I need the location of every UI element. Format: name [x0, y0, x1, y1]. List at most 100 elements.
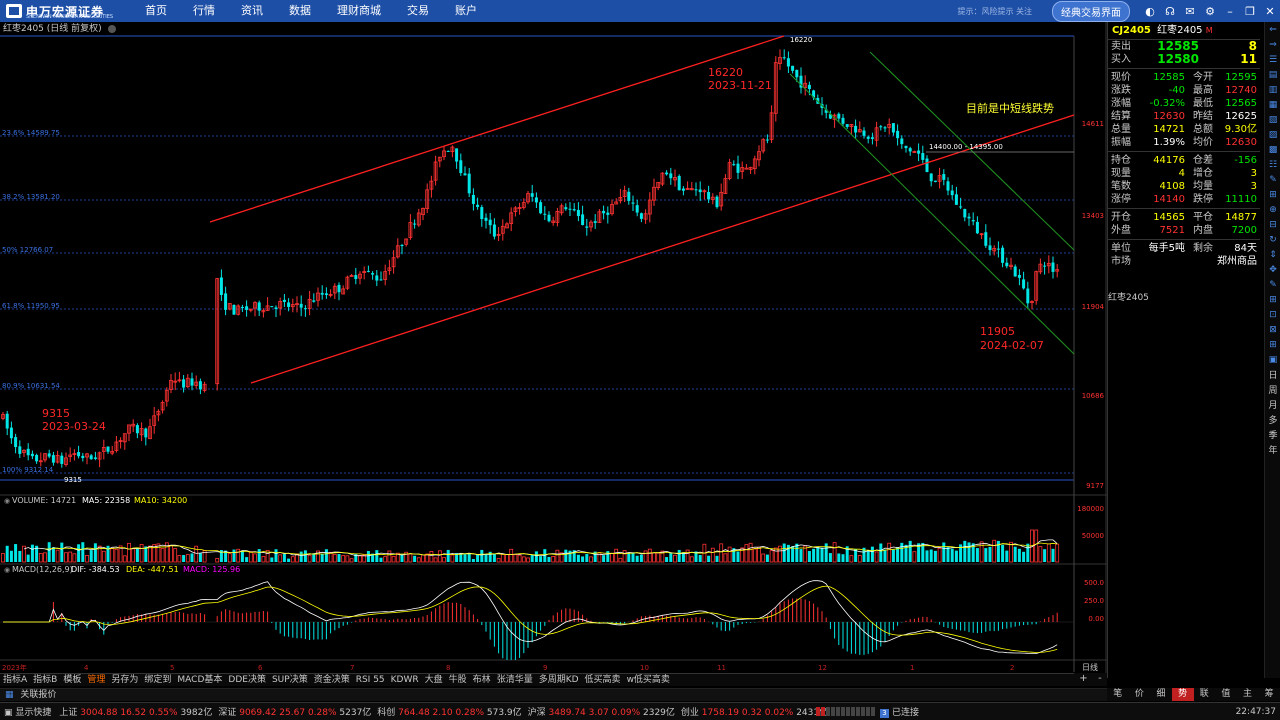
period-shortcut[interactable]: 日 — [1265, 367, 1280, 382]
tool-icon[interactable]: ▥ — [1265, 82, 1280, 97]
right-panel-tab[interactable]: 筹 — [1258, 688, 1280, 701]
buy-row: 买入 12580 11 — [1108, 53, 1260, 66]
indicator-tab[interactable]: DDE决策 — [225, 674, 269, 686]
period-shortcut[interactable]: 多 — [1265, 412, 1280, 427]
quote-v2: 11110 — [1225, 194, 1257, 205]
tool-icon[interactable]: ⊞ — [1265, 187, 1280, 202]
tool-icon[interactable]: ⇒ — [1265, 37, 1280, 52]
indicator-tab[interactable]: 低买高卖 — [582, 674, 624, 686]
indicator-tab[interactable]: 另存为 — [108, 674, 141, 686]
restore-icon[interactable]: ❐ — [1240, 0, 1260, 22]
tool-icon[interactable]: ▧ — [1265, 112, 1280, 127]
right-panel-tab[interactable]: 主 — [1237, 688, 1259, 701]
volume-bar — [782, 543, 786, 562]
tool-icon[interactable]: ▣ — [1265, 352, 1280, 367]
classic-trade-button[interactable]: 经典交易界面 — [1052, 0, 1130, 22]
right-panel-tab[interactable]: 值 — [1215, 688, 1237, 701]
tool-icon[interactable]: ⊕ — [1265, 202, 1280, 217]
quote-v: -40 — [1168, 85, 1185, 96]
nav-data[interactable]: 数据 — [276, 0, 324, 22]
nav-home[interactable]: 首页 — [132, 0, 180, 22]
period-shortcut[interactable]: 月 — [1265, 397, 1280, 412]
zoom-out-button[interactable]: - — [1098, 673, 1102, 686]
indicator-tab[interactable]: 指标B — [30, 674, 60, 686]
index-ticker[interactable]: 创业 1758.19 0.32 0.02% 2431亿 — [681, 708, 828, 718]
indicator-tab[interactable]: 管理 — [84, 674, 108, 686]
quick-toggle-button[interactable]: ▣ 显示快捷 — [4, 705, 51, 718]
period-shortcut[interactable]: 周 — [1265, 382, 1280, 397]
index-ticker[interactable]: 科创 764.48 2.10 0.28% 573.9亿 — [377, 708, 521, 718]
tool-icon[interactable]: ✥ — [1265, 262, 1280, 277]
nav-account[interactable]: 账户 — [442, 0, 490, 22]
volume-bar — [18, 550, 22, 562]
indicator-tab[interactable]: 指标A — [0, 674, 30, 686]
zoom-in-button[interactable]: + — [1079, 673, 1087, 686]
indicator-tab[interactable]: 多周期KD — [536, 674, 582, 686]
nav-trade[interactable]: 交易 — [394, 0, 442, 22]
quick-toggle-label: 显示快捷 — [15, 708, 52, 718]
tool-icon[interactable]: ⊠ — [1265, 322, 1280, 337]
headset-icon[interactable]: ☊ — [1160, 0, 1180, 22]
quote-row: 开仓 14565 平仓 14877 — [1108, 211, 1260, 224]
index-ticker[interactable]: 深证 9069.42 25.67 0.28% 5237亿 — [218, 708, 371, 718]
minimize-icon[interactable]: – — [1220, 0, 1240, 22]
period-shortcut[interactable]: 年 — [1265, 442, 1280, 457]
right-panel-tab[interactable]: 细 — [1150, 688, 1172, 701]
indicator-tab[interactable]: 资金决策 — [311, 674, 353, 686]
volume-bar — [173, 548, 178, 563]
index-ticker[interactable]: 上证 3004.88 16.52 0.55% 3982亿 — [59, 708, 212, 718]
tool-icon[interactable]: ⊞ — [1265, 292, 1280, 307]
tool-icon[interactable]: ▦ — [1265, 97, 1280, 112]
tool-icon[interactable]: ▤ — [1265, 67, 1280, 82]
right-panel-tab[interactable]: 笔 — [1107, 688, 1129, 701]
tool-icon[interactable]: ⇕ — [1265, 247, 1280, 262]
indicator-tab[interactable]: 绑定到 — [141, 674, 174, 686]
macd-dea: DEA: -447.51 — [126, 565, 179, 574]
tool-icon[interactable]: ▩ — [1265, 142, 1280, 157]
tool-icon[interactable]: ⇐ — [1265, 22, 1280, 37]
tool-icon[interactable]: ✎ — [1265, 277, 1280, 292]
volume-bar — [471, 558, 475, 562]
nav-wealth[interactable]: 理财商城 — [324, 0, 394, 22]
volume-bar — [677, 549, 681, 562]
tool-icon[interactable]: ▨ — [1265, 127, 1280, 142]
tool-icon[interactable]: ☰ — [1265, 52, 1280, 67]
indicator-tab[interactable]: KDWR — [388, 674, 422, 686]
right-panel-tab[interactable]: 价 — [1129, 688, 1151, 701]
indicator-tab[interactable]: 布林 — [470, 674, 494, 686]
settings-icon[interactable]: ⚙ — [1200, 0, 1220, 22]
nav-news[interactable]: 资讯 — [228, 0, 276, 22]
volume-bar — [240, 550, 244, 562]
tool-icon[interactable]: ⊟ — [1265, 217, 1280, 232]
kline-chart-svg[interactable]: 23.6% 14589.75 38.2% 13581.20 50% 12766.07… — [0, 22, 1107, 674]
ticker-field: 3489.74 — [545, 708, 586, 718]
indicator-tab[interactable]: 张清华量 — [494, 674, 536, 686]
indicator-tab[interactable]: 模板 — [60, 674, 84, 686]
link-quote-label[interactable]: 关联报价 — [20, 690, 56, 700]
tool-icon[interactable]: ✎ — [1265, 172, 1280, 187]
tool-icon[interactable]: ↻ — [1265, 232, 1280, 247]
quote-l2: 最高 — [1193, 85, 1213, 96]
indicator-tab[interactable]: MACD基本 — [174, 674, 225, 686]
index-ticker[interactable]: 沪深 3489.74 3.07 0.09% 2329亿 — [528, 708, 675, 718]
volume-bar — [463, 554, 467, 562]
tool-icon[interactable]: ⊡ — [1265, 307, 1280, 322]
skin-icon[interactable]: ◐ — [1140, 0, 1160, 22]
candle-body — [795, 69, 799, 78]
tool-icon[interactable]: ☷ — [1265, 157, 1280, 172]
indicator-tab[interactable]: w低买高卖 — [624, 674, 673, 686]
buy-price[interactable]: 12580 — [1141, 53, 1199, 66]
candle-body — [26, 448, 30, 456]
period-shortcut[interactable]: 季 — [1265, 427, 1280, 442]
right-panel-tab[interactable]: 势 — [1171, 688, 1194, 701]
indicator-tab[interactable]: RSI 55 — [353, 674, 388, 686]
right-panel-tab[interactable]: 联 — [1194, 688, 1216, 701]
tool-icon[interactable]: ⊞ — [1265, 337, 1280, 352]
close-icon[interactable]: ✕ — [1260, 0, 1280, 22]
indicator-tab[interactable]: SUP决策 — [269, 674, 311, 686]
mail-icon[interactable]: ✉ — [1180, 0, 1200, 22]
indicator-tab[interactable]: 牛股 — [446, 674, 470, 686]
indicator-tab[interactable]: 大盘 — [422, 674, 446, 686]
volume-bar — [1034, 529, 1039, 563]
nav-market[interactable]: 行情 — [180, 0, 228, 22]
